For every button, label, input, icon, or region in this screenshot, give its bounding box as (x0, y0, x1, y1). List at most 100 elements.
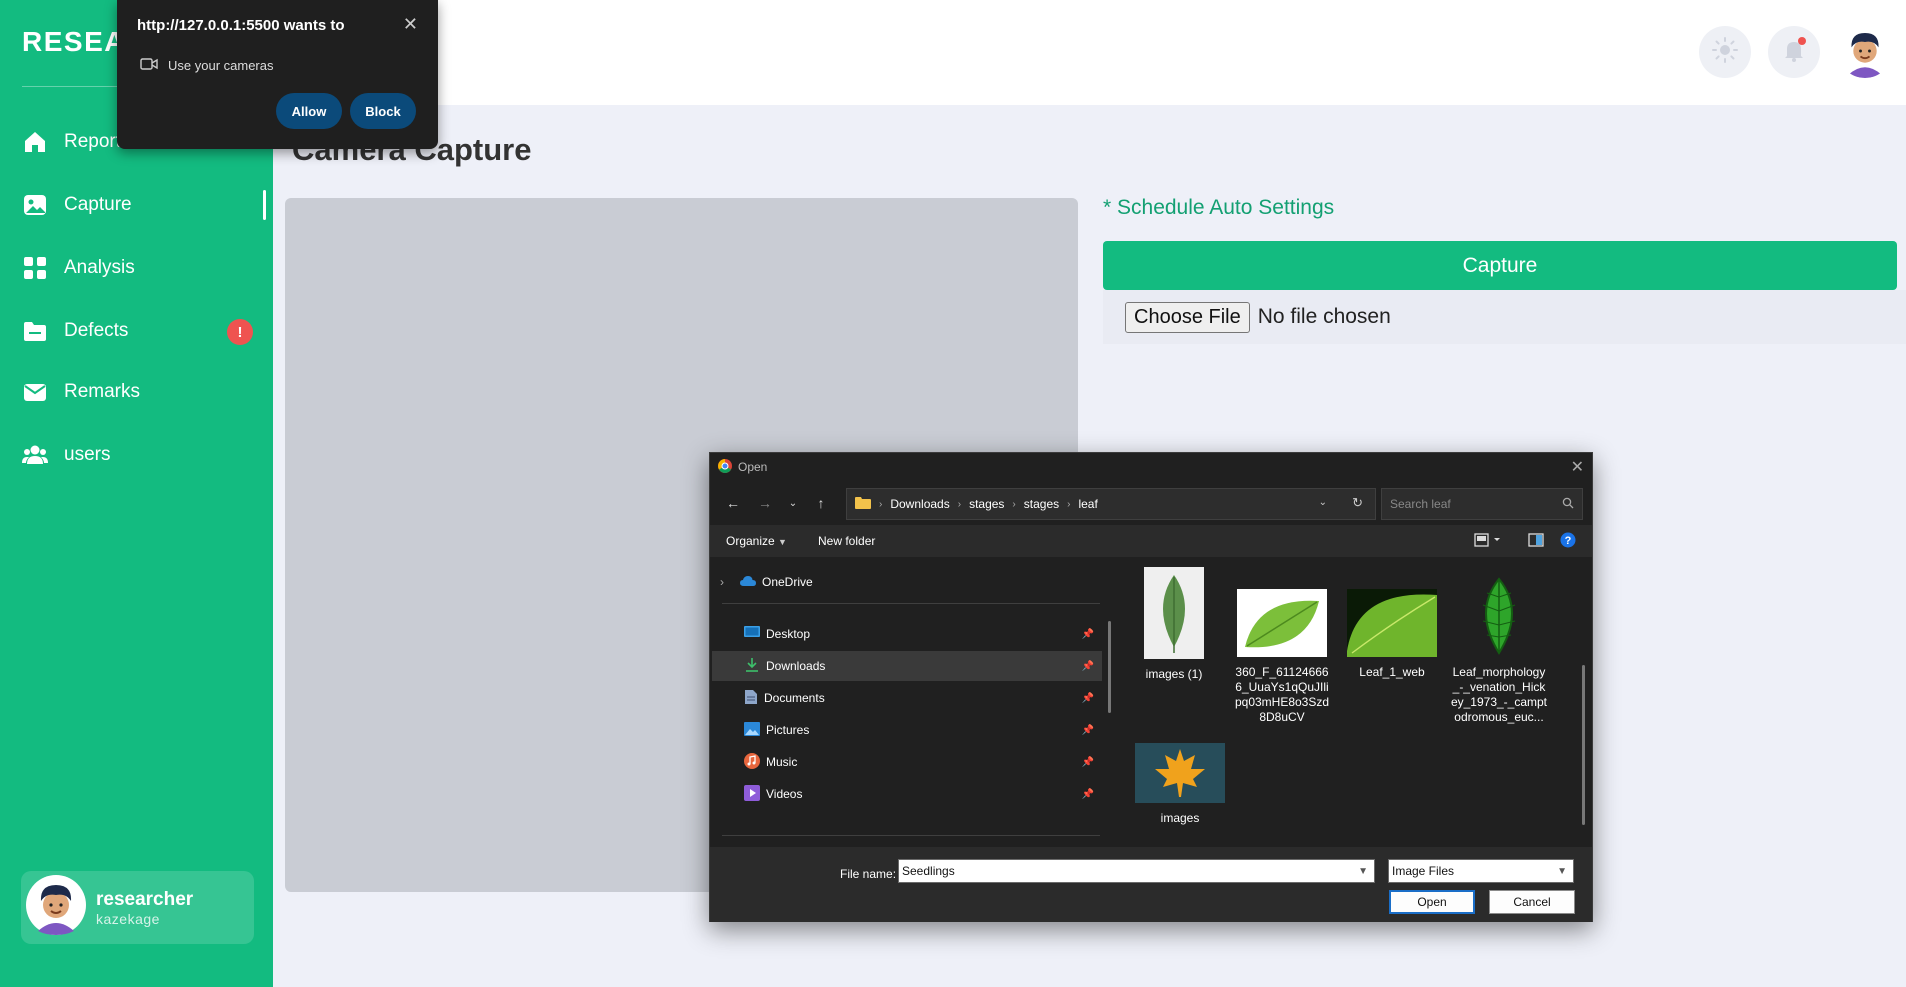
address-bar[interactable]: › Downloads › stages › stages › leaf ⌄ ↻ (846, 488, 1376, 520)
chevron-right-icon: › (957, 498, 962, 510)
dialog-title: Open (738, 460, 768, 474)
breadcrumb-item[interactable]: Downloads (890, 497, 949, 511)
file-item[interactable]: 360_F_611246666_UuaYs1qQuJIlipq03mHE8o3S… (1234, 589, 1330, 725)
sidebar-item-label: Analysis (64, 257, 135, 278)
chevron-down-icon[interactable]: ▼ (1358, 866, 1368, 877)
up-arrow-icon[interactable]: ↑ (810, 493, 832, 513)
permission-title: http://127.0.0.1:5500 wants to (137, 17, 345, 34)
file-name: images (1) (1145, 667, 1203, 681)
organize-menu[interactable]: Organize ▼ (726, 534, 787, 548)
leaf-thumbnail-icon (1450, 577, 1548, 661)
pictures-icon (744, 721, 760, 739)
pin-icon: 📌 (1081, 628, 1094, 640)
file-type-select[interactable]: Image Files ▼ (1388, 859, 1574, 883)
capture-button[interactable]: Capture (1103, 241, 1897, 290)
sidebar-item-label: Defects (64, 320, 129, 341)
navigation-pane: › OneDrive Desktop 📌 Downloads 📌 Documen… (712, 569, 1104, 841)
divider (722, 835, 1100, 836)
nav-item-downloads[interactable]: Downloads 📌 (712, 651, 1102, 681)
navigation-scrollbar[interactable] (1108, 621, 1111, 713)
nav-item-pictures[interactable]: Pictures 📌 (712, 715, 1102, 745)
music-icon (744, 752, 760, 772)
close-icon[interactable]: ✕ (1571, 457, 1584, 477)
alert-badge: ! (227, 319, 253, 345)
notifications-button[interactable] (1768, 26, 1820, 78)
nav-item-label: Desktop (766, 627, 811, 641)
pin-icon: 📌 (1081, 660, 1094, 672)
chevron-down-icon: ▼ (778, 537, 787, 547)
nav-item-videos[interactable]: Videos 📌 (712, 779, 1102, 809)
cancel-button[interactable]: Cancel (1489, 890, 1575, 914)
desktop-icon (744, 626, 760, 642)
pin-icon: 📌 (1081, 692, 1094, 704)
nav-item-documents[interactable]: Documents 📌 (712, 683, 1102, 713)
file-list-scrollbar[interactable] (1582, 665, 1585, 825)
file-item[interactable]: Leaf_morphology_-_venation_Hickey_1973_-… (1450, 577, 1548, 725)
forward-arrow-icon[interactable]: → (754, 493, 776, 513)
chevron-right-icon: › (720, 575, 724, 589)
cloud-icon (740, 575, 756, 590)
avatar (26, 875, 86, 940)
file-name: Leaf_1_web (1359, 665, 1425, 679)
search-input[interactable]: Search leaf (1381, 488, 1583, 520)
view-options-icon[interactable] (1474, 532, 1504, 551)
sidebar-item-label: users (64, 444, 111, 465)
user-card[interactable]: researcher kazekage (21, 871, 254, 944)
refresh-icon[interactable]: ↻ (1352, 495, 1363, 511)
recent-locations-icon[interactable]: ⌄ (782, 493, 804, 513)
close-icon[interactable]: ✕ (403, 14, 418, 35)
schedule-auto-settings-link[interactable]: * Schedule Auto Settings (1103, 196, 1334, 220)
pin-icon: 📌 (1081, 788, 1094, 800)
choose-file-button[interactable]: Choose File (1125, 301, 1250, 333)
camera-icon (140, 57, 158, 74)
sidebar-item-defects[interactable]: Defects ! (22, 311, 272, 351)
help-icon[interactable]: ? (1560, 532, 1576, 551)
sidebar-item-label: Capture (64, 194, 132, 215)
block-button[interactable]: Block (350, 93, 416, 129)
folder-icon (855, 496, 871, 512)
organize-label: Organize (726, 534, 775, 548)
chevron-right-icon: › (879, 498, 883, 510)
sidebar-item-analysis[interactable]: Analysis (22, 248, 272, 288)
chevron-right-icon: › (1012, 498, 1016, 510)
sidebar-item-label: Remarks (64, 381, 141, 402)
preview-pane-icon[interactable] (1528, 532, 1544, 551)
file-item[interactable]: images (1134, 743, 1226, 826)
avatar[interactable] (1838, 24, 1892, 78)
breadcrumb-item[interactable]: leaf (1078, 497, 1097, 511)
file-name-input[interactable]: Seedlings ▼ (898, 859, 1375, 883)
nav-item-desktop[interactable]: Desktop 📌 (712, 619, 1102, 649)
nav-item-music[interactable]: Music 📌 (712, 747, 1102, 777)
allow-button[interactable]: Allow (276, 93, 342, 129)
breadcrumb-item[interactable]: stages (969, 497, 1004, 511)
pin-icon: 📌 (1081, 756, 1094, 768)
download-icon (744, 657, 760, 676)
search-placeholder: Search leaf (1390, 497, 1451, 511)
breadcrumb-item[interactable]: stages (1024, 497, 1059, 511)
nav-item-label: Downloads (766, 659, 826, 673)
divider (722, 603, 1100, 604)
file-item[interactable]: Leaf_1_web (1342, 589, 1442, 680)
leaf-thumbnail-icon (1342, 589, 1442, 661)
dialog-toolbar: Organize ▼ New folder ? (710, 525, 1592, 557)
permission-request: Use your cameras (140, 57, 273, 74)
theme-toggle-button[interactable] (1699, 26, 1751, 78)
file-item[interactable]: images (1) (1124, 567, 1224, 682)
sidebar-item-users[interactable]: users (22, 435, 272, 475)
nav-item-label: Videos (766, 787, 803, 801)
new-folder-button[interactable]: New folder (818, 534, 875, 548)
sidebar-item-capture[interactable]: Capture (22, 185, 272, 225)
permission-request-label: Use your cameras (168, 58, 274, 73)
chevron-down-icon[interactable]: ⌄ (1319, 497, 1327, 508)
open-button[interactable]: Open (1389, 890, 1475, 914)
back-arrow-icon[interactable]: ← (722, 493, 744, 513)
image-icon (22, 192, 48, 218)
svg-text:?: ? (1565, 535, 1572, 547)
dialog-titlebar: Open (710, 453, 1592, 481)
leaf-thumbnail-icon (1124, 567, 1224, 663)
dialog-footer: File name: Seedlings ▼ Image Files ▼ Ope… (710, 847, 1592, 922)
user-name: researcher (96, 888, 194, 910)
file-name-value: Seedlings (902, 864, 955, 878)
nav-item-onedrive[interactable]: › OneDrive (712, 567, 1102, 597)
sidebar-item-remarks[interactable]: Remarks (22, 372, 272, 412)
